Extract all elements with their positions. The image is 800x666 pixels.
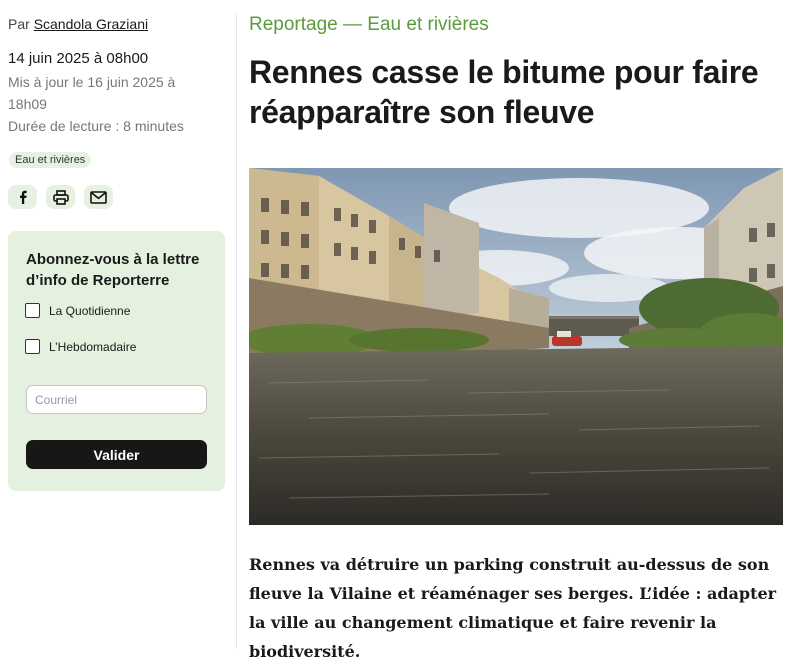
option-label-daily: La Quotidienne [49, 303, 131, 318]
article-kicker[interactable]: Reportage — Eau et rivières [249, 14, 489, 36]
author-link[interactable]: Scandola Graziani [34, 16, 148, 32]
facebook-icon [17, 190, 29, 204]
checkbox-daily[interactable] [25, 303, 40, 318]
byline-prefix: Par [8, 16, 30, 32]
checkbox-weekly[interactable] [25, 339, 40, 354]
newsletter-box: Abonnez-vous à la lettre d’info de Repor… [8, 231, 225, 491]
submit-button[interactable]: Valider [26, 440, 207, 469]
share-facebook-button[interactable] [8, 185, 37, 209]
river-photo [249, 168, 783, 525]
publish-date: 14 juin 2025 à 08h00 [8, 50, 149, 67]
email-field[interactable] [26, 385, 207, 414]
column-divider [236, 14, 237, 649]
newsletter-option-weekly[interactable]: L’Hebdomadaire [25, 339, 136, 354]
reading-time: Durée de lecture : 8 minutes [8, 118, 184, 134]
option-label-weekly: L’Hebdomadaire [49, 339, 137, 354]
mail-icon [90, 190, 107, 204]
print-button[interactable] [46, 185, 75, 209]
byline: Par Scandola Graziani [8, 16, 148, 32]
topic-tag[interactable]: Eau et rivières [9, 152, 92, 168]
newsletter-title: Abonnez-vous à la lettre d’info de Repor… [26, 251, 200, 289]
article-title: Rennes casse le bitume pour faire réappa… [249, 54, 759, 130]
hero-image [249, 168, 783, 525]
share-email-button[interactable] [84, 185, 113, 209]
print-icon [52, 189, 69, 205]
share-buttons [8, 185, 113, 209]
update-date: Mis à jour le 16 juin 2025 à 18h09 [8, 74, 176, 112]
newsletter-option-daily[interactable]: La Quotidienne [25, 303, 130, 318]
